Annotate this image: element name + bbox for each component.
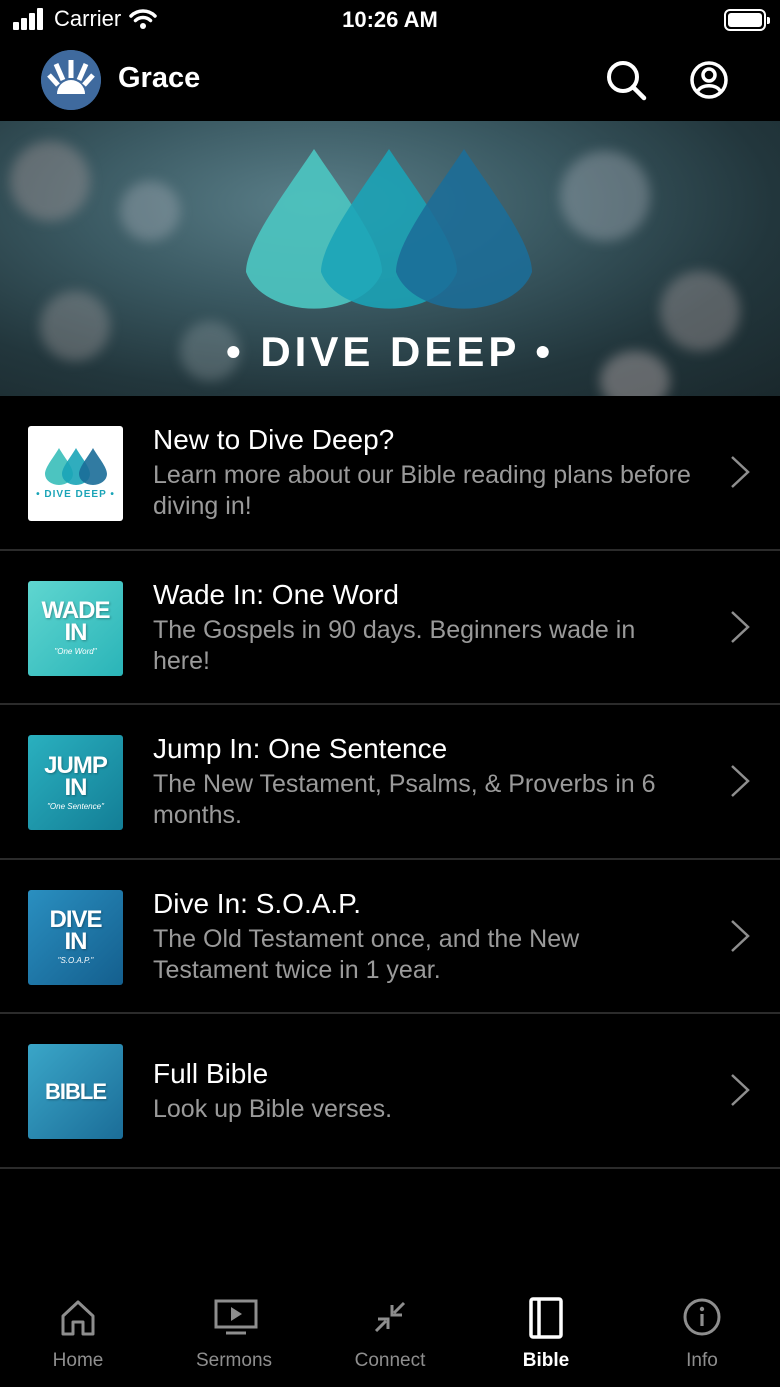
- thumb-sub: "S.O.A.P.": [57, 956, 94, 965]
- book-icon: [529, 1297, 563, 1339]
- tab-label: Connect: [354, 1350, 426, 1371]
- tab-sermons[interactable]: Sermons: [156, 1287, 312, 1387]
- search-icon: [607, 61, 647, 101]
- connect-arrows-icon: [374, 1301, 406, 1333]
- chevron-right-icon: [731, 919, 750, 952]
- thumb-line2: IN: [64, 773, 88, 801]
- status-bar: Carrier 10:26 AM: [0, 0, 780, 40]
- plan-thumbnail: JUMP IN "One Sentence": [28, 735, 123, 830]
- tab-home[interactable]: Home: [0, 1287, 156, 1387]
- plan-description: The New Testament, Psalms, & Proverbs in…: [153, 770, 656, 829]
- thumb-sub: "One Sentence": [47, 801, 104, 811]
- plan-thumbnail: BIBLE: [28, 1044, 123, 1139]
- plan-row-new-to-dive-deep[interactable]: • DIVE DEEP • New to Dive Deep? Learn mo…: [0, 396, 780, 551]
- search-button[interactable]: [603, 57, 649, 103]
- water-drops-icon: [44, 448, 107, 485]
- tab-label: Home: [52, 1350, 104, 1371]
- chevron-right-icon: [731, 456, 750, 488]
- tab-bar: Home Sermons Connect Bible Info: [0, 1287, 780, 1387]
- plan-title: Jump In: One Sentence: [153, 733, 448, 764]
- thumb-sub: "One Word": [54, 647, 97, 656]
- chevron-right-icon: [731, 1074, 750, 1106]
- tab-label: Sermons: [195, 1350, 273, 1371]
- plan-title: New to Dive Deep?: [153, 424, 395, 455]
- thumb-line2: IN: [64, 619, 88, 646]
- tab-label: Bible: [522, 1350, 570, 1371]
- plan-description: The Gospels in 90 days. Beginners wade i…: [153, 615, 636, 675]
- plan-row-dive-in[interactable]: DIVE IN "S.O.A.P." Dive In: S.O.A.P. The…: [0, 860, 780, 1014]
- plan-description: Learn more about our Bible reading plans…: [153, 461, 691, 520]
- play-screen-icon: [214, 1299, 258, 1335]
- plan-thumbnail: • DIVE DEEP •: [28, 426, 123, 521]
- tab-connect[interactable]: Connect: [312, 1287, 468, 1387]
- tab-info[interactable]: Info: [624, 1287, 780, 1387]
- home-icon: [61, 1300, 95, 1336]
- account-button[interactable]: [686, 57, 732, 103]
- tab-bible[interactable]: Bible: [468, 1287, 624, 1387]
- banner-title: • DIVE DEEP •: [225, 328, 555, 375]
- account-circle-icon: [690, 61, 728, 99]
- water-drops-logo: [246, 149, 532, 309]
- plan-title: Wade In: One Word: [153, 578, 399, 610]
- plan-row-full-bible[interactable]: BIBLE Full Bible Look up Bible verses.: [0, 1014, 780, 1169]
- status-time: 10:26 AM: [342, 7, 438, 32]
- church-logo: [41, 50, 101, 110]
- thumb-label: • DIVE DEEP •: [36, 489, 115, 500]
- chevron-right-icon: [731, 610, 750, 643]
- plan-row-wade-in[interactable]: WADE IN "One Word" Wade In: One Word The…: [0, 551, 780, 705]
- app-title: Grace: [118, 62, 201, 94]
- app-header: Grace: [0, 44, 780, 120]
- plan-title: Full Bible: [153, 1058, 269, 1089]
- plan-title: Dive In: S.O.A.P.: [153, 887, 362, 919]
- thumb-line1: BIBLE: [45, 1078, 107, 1104]
- info-icon: [683, 1298, 721, 1336]
- battery-icon: [724, 9, 770, 31]
- plan-thumbnail: WADE IN "One Word": [28, 580, 123, 676]
- tab-label: Info: [686, 1350, 718, 1371]
- dive-deep-banner[interactable]: • DIVE DEEP •: [0, 121, 780, 396]
- plan-description: The Old Testament once, and the New Test…: [153, 924, 580, 984]
- plan-row-jump-in[interactable]: JUMP IN "One Sentence" Jump In: One Sent…: [0, 705, 780, 860]
- thumb-line2: IN: [64, 928, 88, 955]
- chevron-right-icon: [731, 765, 750, 797]
- plan-description: Look up Bible verses.: [153, 1095, 393, 1123]
- plan-thumbnail: DIVE IN "S.O.A.P.": [28, 889, 123, 985]
- reading-plan-list: • DIVE DEEP • New to Dive Deep? Learn mo…: [0, 396, 780, 1169]
- sunburst-logo-icon: [41, 50, 101, 110]
